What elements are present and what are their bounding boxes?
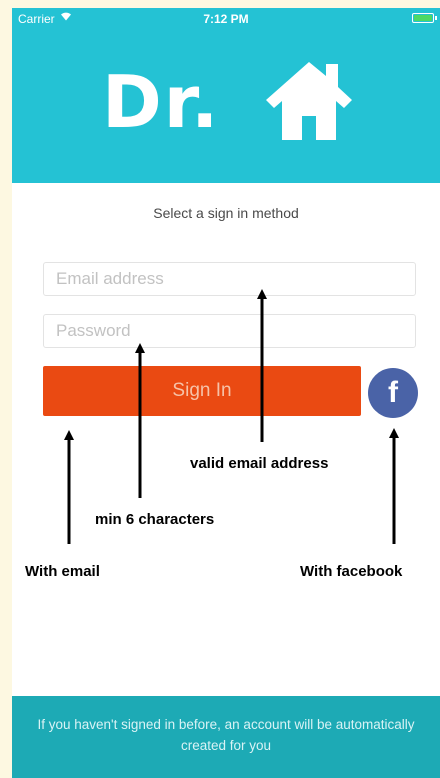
footer-notice: If you haven't signed in before, an acco… <box>12 696 440 778</box>
annotation-min-characters: min 6 characters <box>95 511 215 528</box>
facebook-icon: f <box>388 376 398 409</box>
logo-text: Dr. <box>102 60 221 144</box>
password-input[interactable] <box>43 314 416 348</box>
annotation-valid-email: valid email address <box>190 455 329 472</box>
facebook-login-button[interactable]: f <box>368 368 418 418</box>
header-banner: Carrier 7:12 PM Dr. <box>12 8 440 183</box>
annotation-with-email: With email <box>25 563 100 580</box>
app-screen: Carrier 7:12 PM Dr. Select a sign in met… <box>12 8 440 778</box>
status-bar: Carrier 7:12 PM <box>12 8 440 30</box>
annotation-with-facebook: With facebook <box>300 563 403 580</box>
battery-icon <box>412 13 437 23</box>
app-logo: Dr. <box>102 56 362 146</box>
sign-in-method-title: Select a sign in method <box>153 205 299 221</box>
sign-in-button[interactable]: Sign In <box>43 366 361 416</box>
house-icon <box>266 62 352 140</box>
status-time: 7:12 PM <box>203 12 249 26</box>
email-input[interactable] <box>43 262 416 296</box>
